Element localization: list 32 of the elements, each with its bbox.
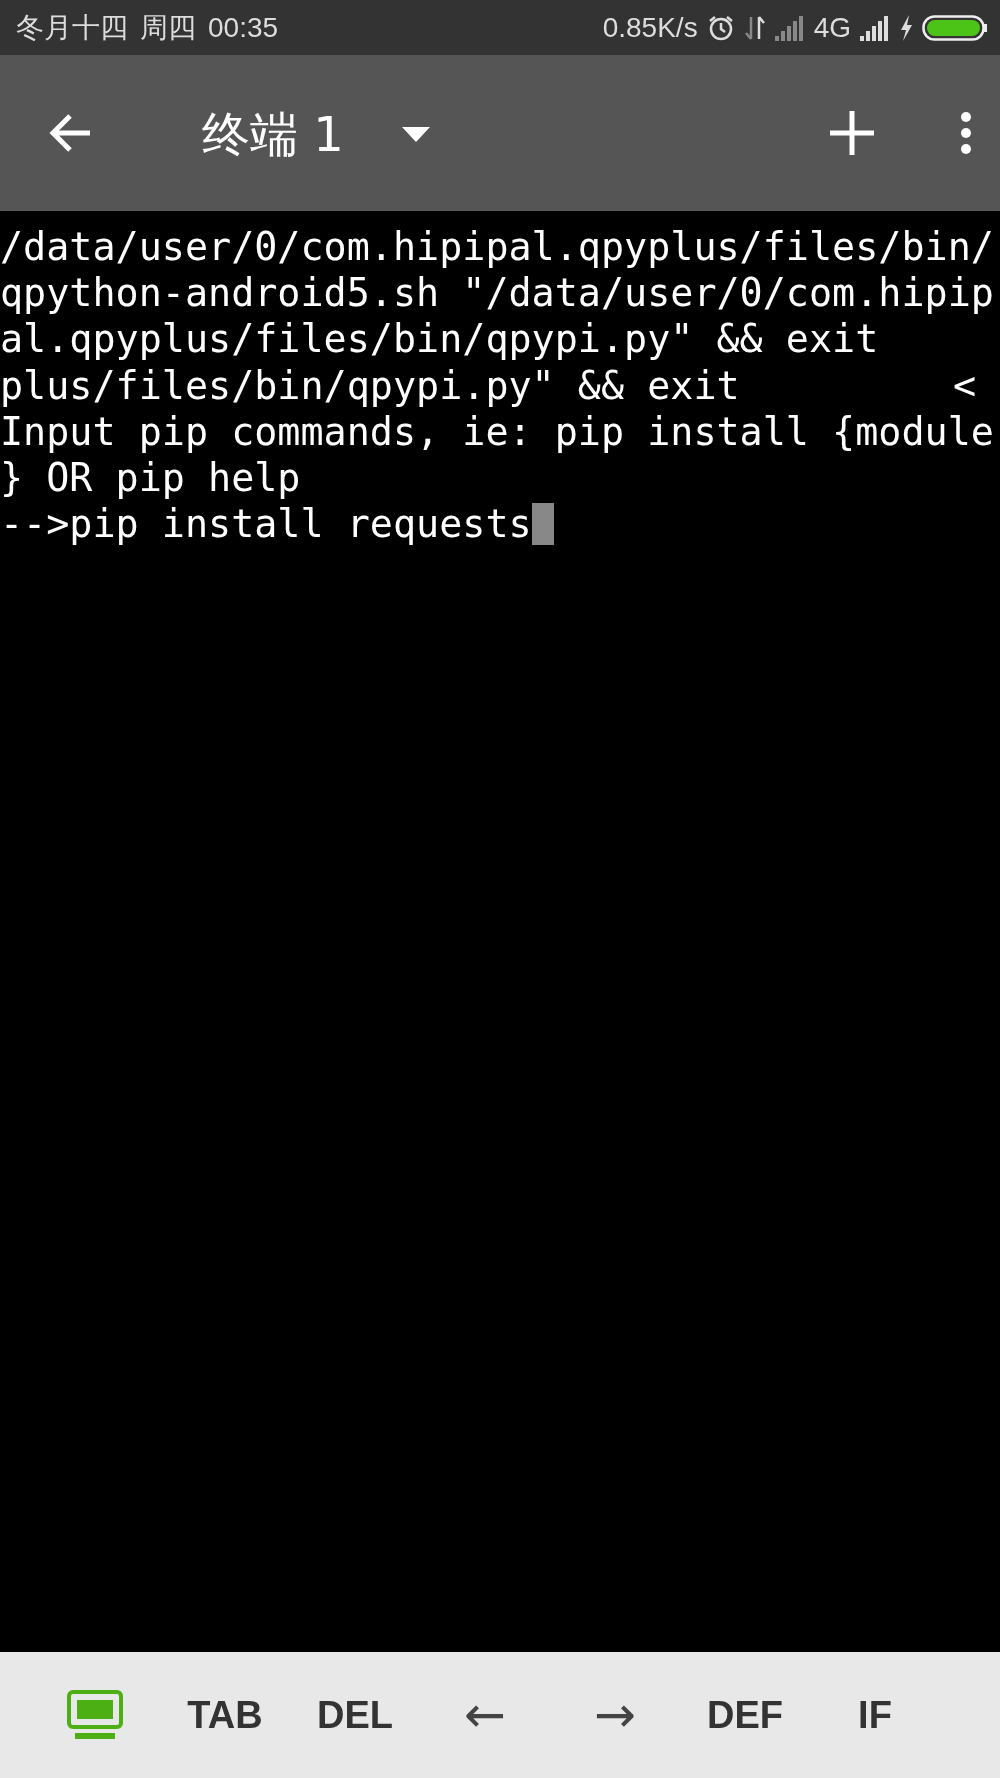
terminal-line: Input pip commands, ie: pip install {module: [0, 408, 994, 454]
terminal-line: } OR pip help: [0, 455, 301, 501]
signal-icon: [774, 14, 805, 41]
back-button[interactable]: [48, 113, 92, 153]
terminal-line: <: [952, 362, 976, 408]
add-button[interactable]: [830, 111, 874, 155]
key-button[interactable]: TAB: [160, 1693, 290, 1737]
key-button[interactable]: DEF: [680, 1693, 810, 1737]
charging-icon: [899, 13, 913, 42]
arrow-key[interactable]: ←: [420, 1686, 550, 1744]
key-button[interactable]: IF: [810, 1693, 940, 1737]
terminal-line: plus/files/bin/qpypi.py" && exit: [0, 362, 740, 408]
battery-icon: [922, 13, 988, 42]
terminal-line: /data/user/0/com.hipipal.qpyplus/files/bin/: [0, 223, 994, 269]
plus-icon: [830, 111, 874, 155]
network-speed: 0.85K/s: [602, 11, 698, 44]
signal-icon: [860, 14, 890, 41]
clock-time: 00:35: [208, 11, 279, 44]
terminal-line: al.qpyplus/files/bin/qpypi.py" && exit: [0, 316, 879, 362]
overflow-menu-icon: [960, 111, 972, 155]
dropdown-caret-icon: [401, 127, 430, 143]
back-arrow-icon: [48, 113, 92, 153]
monitor-icon: [66, 1689, 124, 1741]
terminal-line: -->pip install requests: [0, 501, 532, 547]
terminal-selector[interactable]: 终端 1: [202, 99, 430, 167]
arrow-key[interactable]: →: [550, 1686, 680, 1744]
terminal-line: qpython-android5.sh "/data/user/0/com.hipip: [0, 269, 994, 315]
key-button[interactable]: DEL: [290, 1693, 420, 1737]
network-type: 4G: [813, 11, 851, 44]
lunar-date: 冬月十四: [16, 10, 128, 45]
window-title: 终端 1: [202, 105, 344, 164]
weekday: 周四: [140, 10, 196, 45]
